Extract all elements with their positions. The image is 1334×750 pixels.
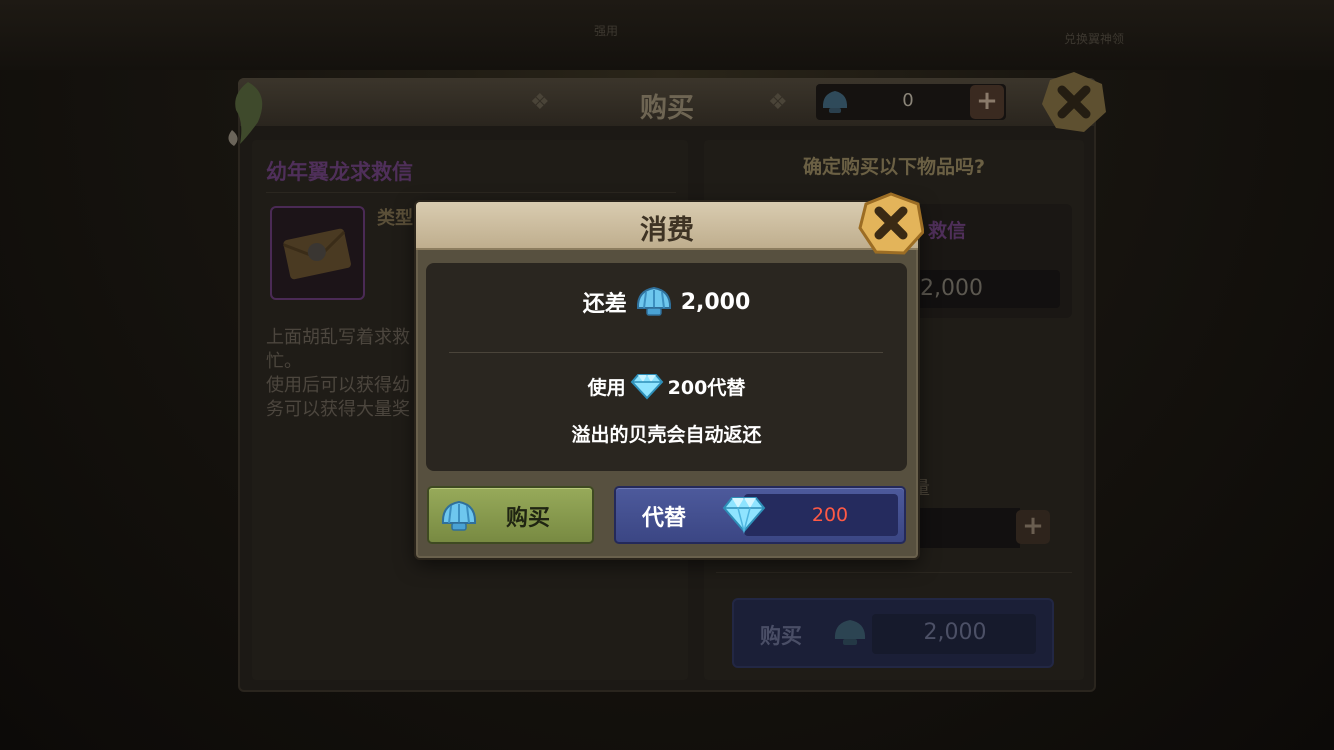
shell-currency-value: 0: [902, 90, 914, 111]
substitute-row: 使用 200代替: [426, 372, 907, 400]
confirm-buy-label: 购买: [760, 624, 802, 648]
substitute-price: 200: [811, 504, 849, 526]
description-line: 上面胡乱写着求救: [266, 327, 410, 348]
use-label: 使用: [587, 376, 626, 399]
buy-button-label: 购买: [506, 506, 551, 531]
item-name: 幼年翼龙求救信: [266, 160, 413, 184]
diamond-currency-icon: [630, 374, 664, 400]
background-text: 强用: [594, 24, 619, 38]
shell-currency-icon: [822, 91, 848, 113]
shell-currency-icon: [441, 500, 477, 531]
description-line: 务可以获得大量奖: [266, 399, 410, 420]
substitute-amount: 200代替: [667, 376, 746, 399]
divider: [716, 572, 1072, 573]
background-top-strip: [0, 0, 1334, 70]
description-line: 忙。: [266, 351, 302, 372]
item-description: 上面胡乱写着求救 忙。 使用后可以获得幼 务可以获得大量奖: [266, 326, 426, 422]
purchase-price: 2,000: [920, 276, 983, 301]
shortfall-label: 还差: [582, 292, 627, 317]
item-type-label: 类型: [377, 208, 413, 229]
knot-ornament-icon: ❖: [768, 90, 788, 115]
refund-note: 溢出的贝壳会自动返还: [571, 424, 762, 446]
shortfall-row: 还差 2,000: [426, 286, 907, 318]
confirm-buy-price: 2,000: [923, 620, 987, 645]
divider: [266, 192, 676, 193]
substitute-button-label: 代替: [642, 506, 687, 531]
shell-currency-icon: [834, 620, 866, 645]
purchase-item-name: 救信: [928, 220, 967, 242]
quantity-plus-button[interactable]: +: [1016, 510, 1050, 544]
leaf-decoration-icon: [228, 82, 263, 146]
consume-dialog-title: 消费: [640, 215, 694, 246]
shop-title: 购买: [640, 93, 694, 124]
shell-currency-icon: [636, 286, 671, 316]
diamond-currency-icon: [722, 497, 766, 534]
shortfall-amount: 2,000: [680, 289, 751, 315]
knot-ornament-icon: ❖: [530, 90, 550, 115]
confirm-question: 确定购买以下物品吗?: [802, 156, 986, 178]
letter-item-icon: [283, 228, 351, 280]
divider: [449, 352, 883, 353]
add-currency-button[interactable]: +: [970, 85, 1004, 119]
description-line: 使用后可以获得幼: [266, 375, 410, 396]
background-text: 兑换翼神领: [1064, 32, 1125, 46]
item-slot[interactable]: [270, 206, 365, 300]
close-shop-icon[interactable]: [1040, 70, 1108, 134]
close-icon[interactable]: [858, 192, 924, 256]
